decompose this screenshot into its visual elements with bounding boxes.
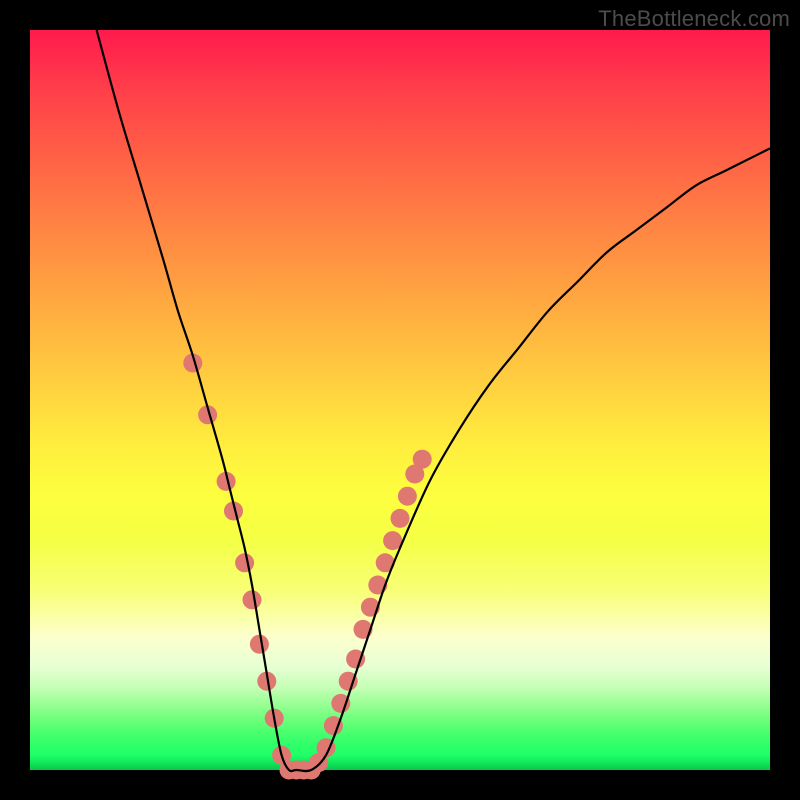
chart-marker (243, 590, 262, 609)
chart-curve-path (97, 30, 770, 771)
chart-svg (30, 30, 770, 770)
chart-markers-group (183, 354, 431, 780)
chart-marker (413, 450, 432, 469)
chart-marker (391, 509, 410, 528)
chart-frame: TheBottleneck.com (0, 0, 800, 800)
watermark-text: TheBottleneck.com (598, 6, 790, 32)
chart-marker (235, 553, 254, 572)
chart-plot-area (30, 30, 770, 770)
chart-marker (398, 487, 417, 506)
chart-marker (250, 635, 269, 654)
